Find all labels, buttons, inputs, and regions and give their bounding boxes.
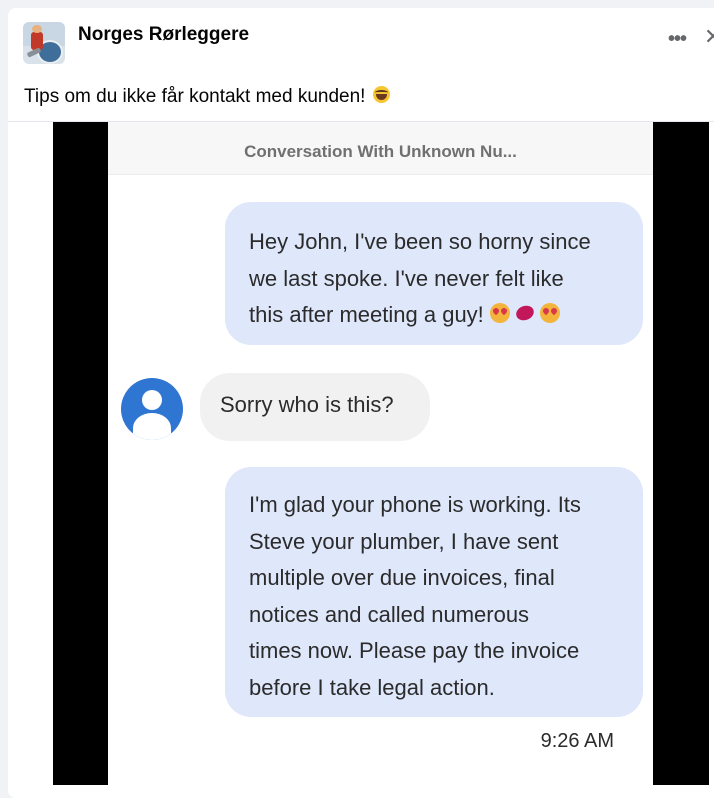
message-bubble-outgoing: I'm glad your phone is working. Its Stev… [225, 467, 643, 717]
close-icon[interactable]: ✕ [704, 24, 714, 50]
message-line: I'm glad your phone is working. Its [249, 492, 581, 517]
page-name[interactable]: Norges Rørleggere [78, 24, 249, 46]
message-line: Hey John, I've been so horny since [249, 229, 591, 254]
page-avatar[interactable] [23, 22, 65, 64]
message-line-text: this after meeting a guy! [249, 302, 484, 327]
post-caption: Tips om du ikke får kontakt med kunden! [24, 86, 390, 108]
message-line: notices and called numerous [249, 601, 530, 627]
message-line: Steve your plumber, I have sent [249, 528, 559, 554]
message-bubble-outgoing: Hey John, I've been so horny since we la… [225, 202, 643, 345]
caption-text: Tips om du ikke får kontakt med kunden! [24, 86, 366, 107]
heart-eyes-emoji-icon [540, 303, 561, 324]
message-timestamp: 9:26 AM [540, 730, 614, 752]
message-line: this after meeting a guy! [249, 297, 621, 334]
kiss-mark-emoji-icon [516, 306, 534, 320]
more-options-icon[interactable]: ••• [668, 28, 687, 51]
conversation-header: Conversation With Unknown Nu... [108, 122, 653, 175]
laughing-emoji-icon [372, 86, 390, 104]
conversation-title: Conversation With Unknown Nu... [244, 142, 517, 161]
heart-eyes-emoji-icon [489, 303, 510, 324]
contact-avatar-icon [121, 378, 183, 440]
message-bubble-incoming: Sorry who is this? [200, 373, 430, 441]
message-line: times now. Please pay the invoice [249, 638, 580, 663]
message-screenshot: Conversation With Unknown Nu... Hey John… [108, 122, 653, 785]
message-line: multiple over due invoices, final [249, 565, 555, 590]
message-line: before I take legal action. [249, 674, 495, 700]
message-line: we last spoke. I've never felt like [249, 265, 564, 291]
